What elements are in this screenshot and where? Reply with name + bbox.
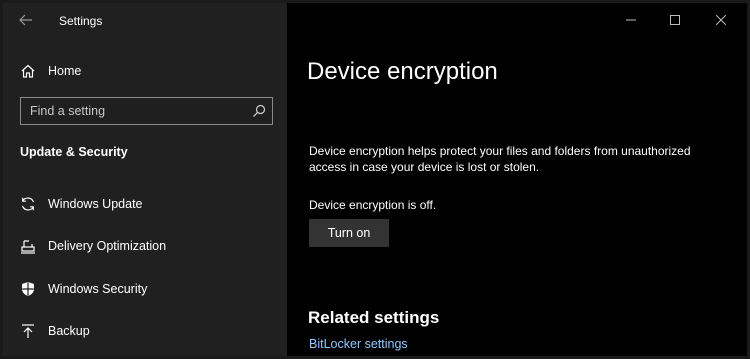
sidebar-item-backup[interactable]: Backup	[3, 314, 287, 348]
close-icon	[716, 15, 726, 25]
encryption-description: Device encryption helps protect your fil…	[309, 144, 691, 174]
app-title: Settings	[59, 14, 103, 28]
sidebar-item-label: Backup	[48, 324, 90, 338]
sidebar-item-label: Windows Update	[48, 197, 143, 211]
sidebar-item-windows-update[interactable]: Windows Update	[3, 187, 287, 221]
section-heading: Update & Security	[20, 145, 128, 159]
page-title: Device encryption	[307, 58, 498, 85]
search-box[interactable]	[20, 97, 273, 125]
search-input[interactable]	[21, 98, 247, 124]
back-arrow-icon	[19, 14, 32, 26]
delivery-optimization-icon	[19, 237, 37, 255]
refresh-icon	[19, 195, 37, 213]
home-icon	[19, 62, 37, 80]
window-controls	[613, 3, 747, 37]
sidebar-item-home[interactable]: Home	[3, 54, 287, 88]
maximize-button[interactable]	[665, 11, 685, 29]
settings-window: Settings Home Update & Security	[0, 0, 750, 359]
sidebar-item-windows-security[interactable]: Windows Security	[3, 272, 287, 306]
close-button[interactable]	[711, 11, 731, 29]
minimize-button[interactable]	[621, 11, 641, 29]
minimize-icon	[626, 19, 636, 21]
main-content: Device encryption Device encryption help…	[287, 3, 747, 356]
sidebar-item-label: Windows Security	[48, 282, 148, 296]
sidebar-item-label: Home	[48, 64, 82, 78]
sidebar-item-label: Delivery Optimization	[48, 239, 167, 253]
search-icon[interactable]	[252, 104, 266, 118]
shield-icon	[19, 280, 37, 298]
turn-on-button[interactable]: Turn on	[309, 219, 389, 247]
title-bar: Settings	[3, 3, 287, 37]
encryption-status: Device encryption is off.	[309, 198, 437, 212]
bitlocker-settings-link[interactable]: BitLocker settings	[309, 337, 408, 351]
back-button[interactable]	[15, 9, 37, 31]
related-settings-heading: Related settings	[308, 308, 440, 327]
sidebar: Settings Home Update & Security	[3, 3, 287, 356]
sidebar-item-delivery-optimization[interactable]: Delivery Optimization	[3, 229, 287, 263]
upload-arrow-icon	[19, 322, 37, 340]
maximize-icon	[670, 15, 680, 25]
